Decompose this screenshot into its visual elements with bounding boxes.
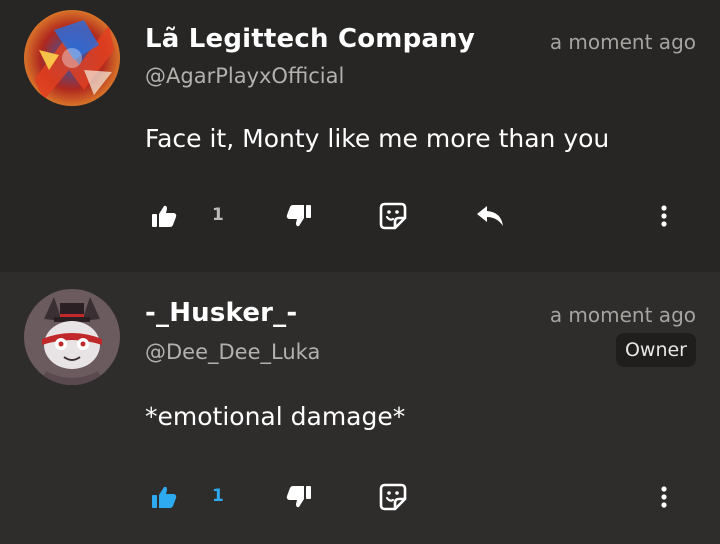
sticker-face-icon — [379, 483, 407, 511]
more-vertical-icon — [661, 205, 667, 227]
avatar[interactable] — [24, 10, 120, 106]
more-options-button[interactable] — [650, 483, 678, 511]
comment-text: Face it, Monty like me more than you — [145, 124, 610, 153]
comment-item: -_Husker_- @Dee_Dee_Luka a moment ago Ow… — [0, 272, 720, 544]
comment-item: Lã Legittech Company @AgarPlayxOfficial … — [0, 0, 720, 272]
like-button[interactable] — [150, 483, 178, 511]
more-vertical-icon — [661, 486, 667, 508]
timestamp: a moment ago — [549, 30, 696, 54]
author-handle[interactable]: @Dee_Dee_Luka — [145, 340, 320, 364]
sticker-button[interactable] — [379, 483, 407, 511]
timestamp: a moment ago — [549, 303, 696, 327]
avatar[interactable] — [24, 289, 120, 385]
like-count: 1 — [212, 205, 224, 225]
thumbs-up-icon — [152, 486, 177, 508]
like-count: 1 — [212, 486, 224, 506]
reply-arrow-icon — [477, 206, 503, 226]
dislike-button[interactable] — [285, 483, 313, 511]
dislike-button[interactable] — [285, 202, 313, 230]
like-button[interactable] — [150, 202, 178, 230]
more-options-button[interactable] — [650, 202, 678, 230]
reply-button[interactable] — [476, 202, 504, 230]
comment-actions: 1 — [0, 196, 720, 236]
comment-actions: 1 — [0, 477, 720, 517]
author-name[interactable]: Lã Legittech Company — [145, 24, 475, 54]
sticker-button[interactable] — [379, 202, 407, 230]
avatar-fiery-art-icon — [24, 10, 120, 106]
owner-badge: Owner — [615, 333, 696, 367]
author-handle[interactable]: @AgarPlayxOfficial — [145, 64, 344, 88]
thumbs-up-icon — [152, 205, 177, 227]
thumbs-down-icon — [286, 486, 311, 508]
sticker-face-icon — [379, 202, 407, 230]
avatar-cartoon-cat-icon — [24, 289, 120, 385]
author-name[interactable]: -_Husker_- — [145, 298, 297, 328]
thumbs-down-icon — [286, 205, 311, 227]
comment-text: *emotional damage* — [145, 402, 406, 431]
